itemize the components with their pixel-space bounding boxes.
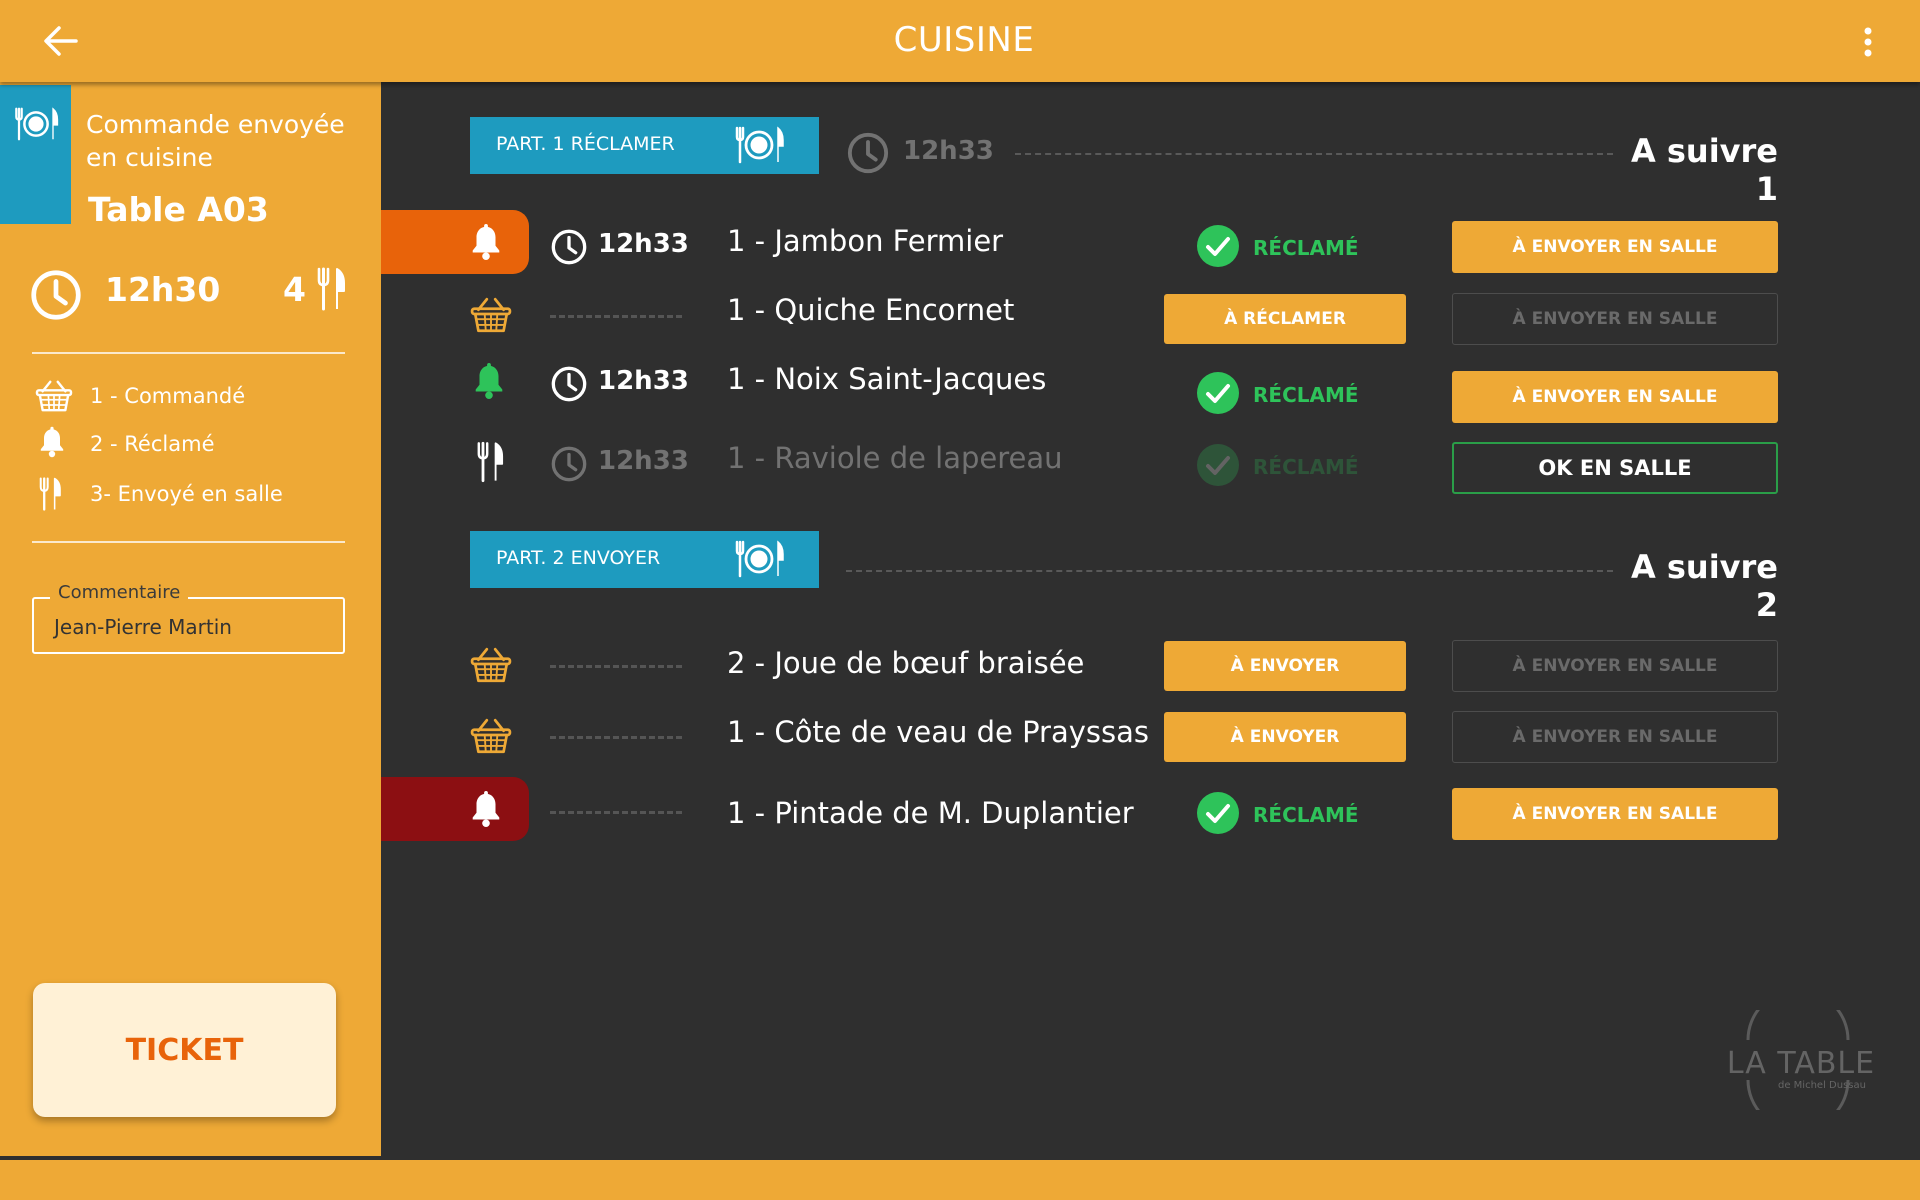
bell-icon (467, 222, 505, 262)
send-to-room-button[interactable]: À ENVOYER EN SALLE (1452, 293, 1778, 345)
row-status-tag (381, 777, 529, 841)
basket-icon (34, 379, 74, 413)
part-1-button[interactable]: PART. 1 RÉCLAMER (470, 117, 819, 174)
cutlery-icon (316, 262, 346, 316)
legend-ordered: 1 - Commandé (90, 384, 246, 408)
legend-claimed: 2 - Réclamé (90, 432, 215, 456)
dish-name: 2 - Joue de bœuf braisée (727, 646, 1085, 680)
clock-icon (550, 445, 588, 483)
cutlery-icon (476, 441, 504, 483)
claimed-status: RÉCLAMÉ (1253, 383, 1359, 407)
claimed-status: RÉCLAMÉ (1253, 236, 1359, 260)
next-2-label: A suivre 2 (1630, 548, 1778, 624)
next-1-label: A suivre 1 (1630, 132, 1778, 208)
plate-icon (734, 540, 784, 578)
check-circle-icon (1196, 371, 1240, 415)
send-to-room-button[interactable]: À ENVOYER EN SALLE (1452, 371, 1778, 423)
dish-name: 1 - Côte de veau de Prayssas (727, 715, 1150, 749)
send-to-room-button[interactable]: À ENVOYER EN SALLE (1452, 788, 1778, 840)
send-to-room-button[interactable]: À ENVOYER EN SALLE (1452, 221, 1778, 273)
logo-name: LA TABLE (1726, 1046, 1876, 1081)
basket-icon (470, 296, 512, 334)
ok-in-room-button[interactable]: OK EN SALLE (1452, 442, 1778, 494)
dish-name: 1 - Noix Saint-Jacques (727, 362, 1047, 396)
send-to-room-button[interactable]: À ENVOYER EN SALLE (1452, 711, 1778, 763)
dish-name: 1 - Pintade de M. Duplantier (727, 796, 1134, 830)
bottom-bar (0, 1160, 1920, 1200)
order-time: 12h30 (105, 270, 221, 309)
part-1-label: PART. 1 RÉCLAMER (496, 133, 675, 155)
clock-icon (550, 228, 588, 266)
send-to-room-button[interactable]: À ENVOYER EN SALLE (1452, 640, 1778, 692)
part-2-button[interactable]: PART. 2 ENVOYER (470, 531, 819, 588)
comment-value: Jean-Pierre Martin (54, 615, 232, 639)
no-time-placeholder (550, 811, 682, 814)
clock-icon (846, 131, 890, 175)
dish-name: 1 - Jambon Fermier (727, 224, 1004, 258)
order-status: Commande envoyée en cuisine (86, 110, 345, 172)
brand-logo: LA TABLE de Michel Dussau (1718, 1010, 1878, 1110)
check-circle-icon (1196, 224, 1240, 268)
claimed-status: RÉCLAMÉ (1253, 455, 1359, 479)
row-time: 12h33 (598, 366, 689, 396)
page-title: CUISINE (893, 20, 1035, 60)
status-tab (0, 85, 71, 224)
logo-subtitle: de Michel Dussau (1778, 1080, 1866, 1091)
dish-name: 1 - Quiche Encornet (727, 293, 1015, 327)
claim-button[interactable]: À RÉCLAMER (1164, 294, 1406, 344)
row-status-tag (381, 210, 529, 274)
no-time-placeholder (550, 665, 682, 668)
basket-icon (470, 646, 512, 684)
bell-icon (467, 789, 505, 829)
clock-icon (550, 365, 588, 403)
row-time: 12h33 (598, 229, 689, 259)
plate-icon (734, 126, 784, 164)
no-time-placeholder (550, 736, 682, 739)
no-time-placeholder (550, 315, 682, 318)
cutlery-icon (38, 477, 62, 511)
part-1-time: 12h33 (903, 136, 994, 166)
divider (32, 352, 345, 354)
send-button[interactable]: À ENVOYER (1164, 641, 1406, 691)
comment-label: Commentaire (50, 582, 189, 603)
divider (32, 541, 345, 543)
dashed-rule (1015, 153, 1613, 155)
dish-name: 1 - Raviole de lapereau (727, 441, 1063, 475)
part-2-label: PART. 2 ENVOYER (496, 547, 661, 569)
dashed-rule (846, 570, 1613, 572)
row-time: 12h33 (598, 446, 689, 476)
table-name: Table A03 (88, 190, 269, 229)
more-vertical-icon (1864, 27, 1872, 57)
bell-icon (36, 426, 68, 458)
covers-count: 4 (283, 270, 306, 309)
ticket-button[interactable]: TICKET (33, 983, 336, 1117)
clock-icon (29, 268, 83, 322)
more-menu-button[interactable] (1848, 20, 1888, 66)
check-circle-icon (1196, 443, 1240, 487)
claimed-status: RÉCLAMÉ (1253, 803, 1359, 827)
check-circle-icon (1196, 791, 1240, 835)
bell-icon (470, 361, 508, 401)
send-button[interactable]: À ENVOYER (1164, 712, 1406, 762)
legend-sent: 3- Envoyé en salle (90, 482, 283, 506)
plate-icon (13, 107, 59, 141)
basket-icon (470, 717, 512, 755)
